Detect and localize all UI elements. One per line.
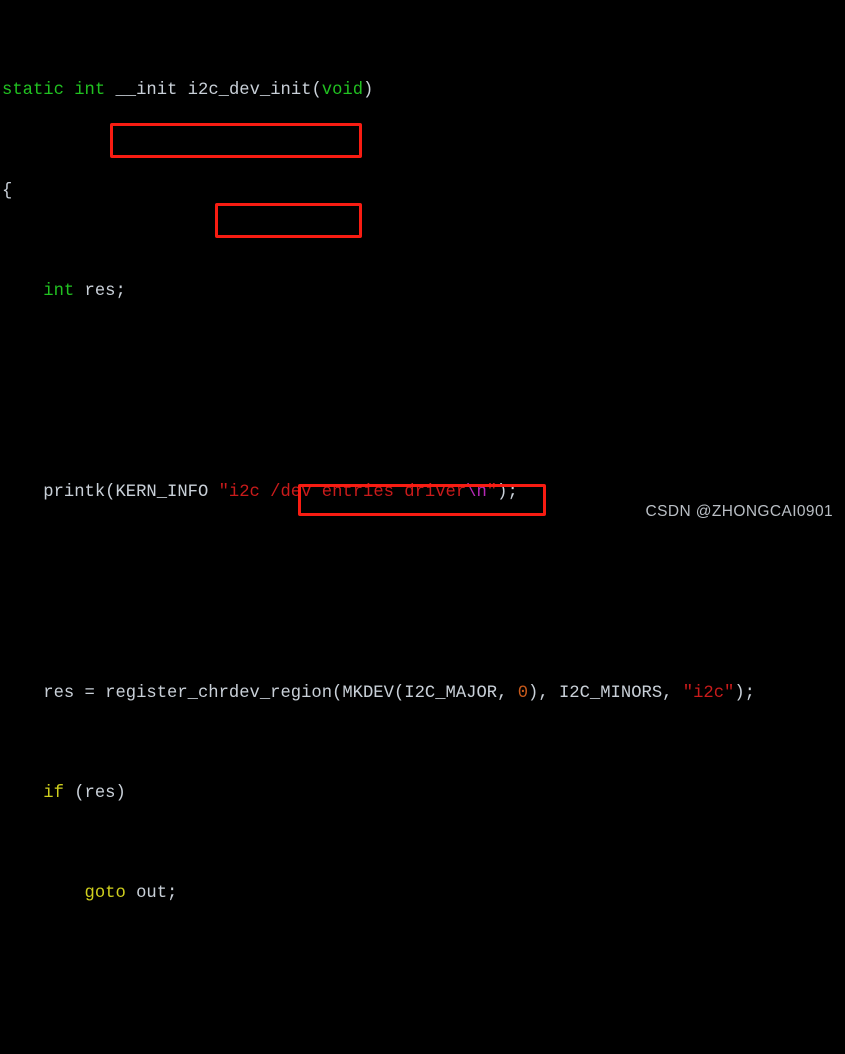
number-literal: 0 [517, 683, 529, 703]
string-literal: "i2c /dev entries driver [218, 482, 467, 502]
condition-text: (res) [63, 783, 126, 803]
code-line: if (res) [2, 781, 755, 806]
argument-text: ), I2C_MINORS, [528, 683, 683, 703]
string-literal: "i2c" [682, 683, 735, 703]
code-line: goto out; [2, 881, 755, 906]
code-line: printk(KERN_INFO "i2c /dev entries drive… [2, 480, 755, 505]
paren-close: ) [363, 81, 374, 101]
declaration-text: res; [74, 282, 126, 302]
code-line: static int __init i2c_dev_init(void) [2, 78, 755, 103]
brace-open: { [2, 181, 13, 201]
statement-end: ); [734, 683, 755, 703]
string-literal-end: " [486, 482, 498, 502]
register-chrdev-region-call-text: res = register_chrdev_region(MKDEV(I2C_M… [2, 683, 518, 703]
keyword-if: if [43, 783, 64, 803]
function-signature-text: __init i2c_dev_init( [105, 81, 322, 101]
code-line: res = register_chrdev_region(MKDEV(I2C_M… [2, 681, 755, 706]
code-editor-viewport: static int __init i2c_dev_init(void) { i… [0, 0, 845, 903]
goto-label-text: out; [125, 884, 178, 904]
watermark-text: CSDN @ZHONGCAI0901 [645, 503, 833, 520]
keyword-int: int [43, 282, 75, 302]
printk-call-text: printk(KERN_INFO [2, 482, 219, 502]
statement-end: ); [497, 482, 518, 502]
keyword-void: void [321, 81, 364, 101]
escape-sequence: \n [466, 482, 487, 502]
keyword-goto: goto [84, 884, 126, 904]
code-line: int res; [2, 279, 755, 304]
source-code-block[interactable]: static int __init i2c_dev_init(void) { i… [0, 0, 755, 1054]
keyword-static: static [2, 81, 64, 101]
keyword-int: int [74, 81, 106, 101]
code-line: { [2, 179, 755, 204]
